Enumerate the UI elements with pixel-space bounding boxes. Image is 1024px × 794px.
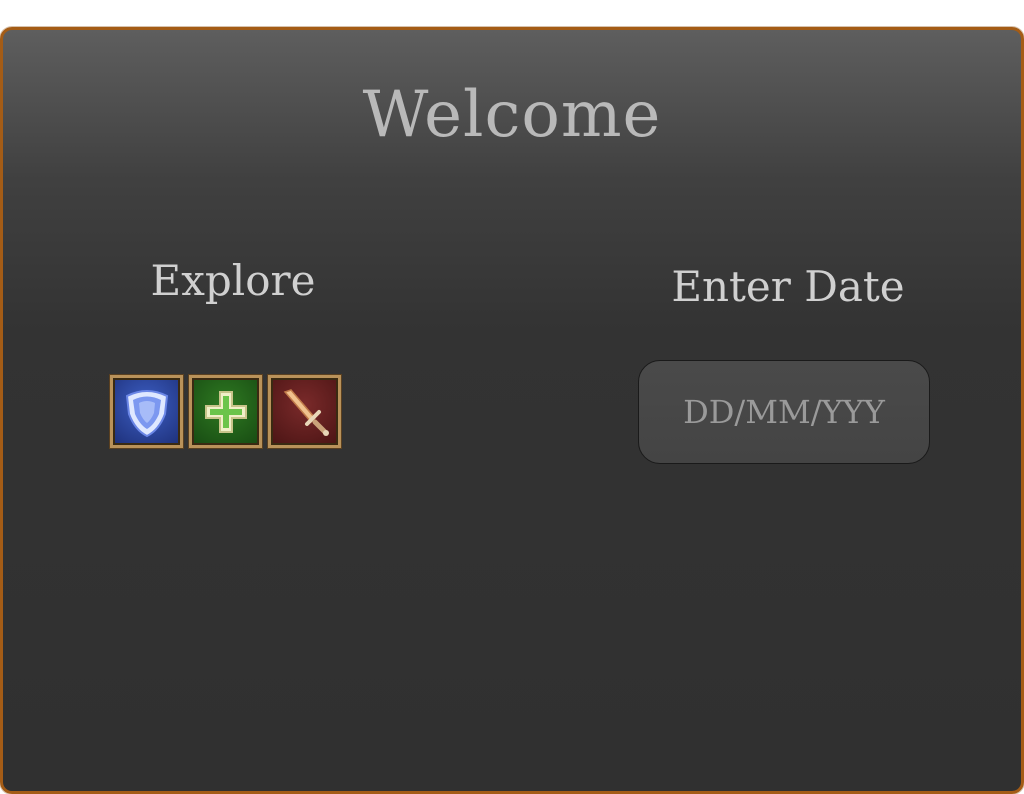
date-input[interactable] <box>638 360 930 464</box>
attack-button[interactable] <box>268 375 341 448</box>
shield-icon <box>125 389 168 437</box>
page-title: Welcome <box>362 78 662 152</box>
explore-label: Explore <box>150 256 316 305</box>
main-panel: Welcome Explore Enter Date <box>0 27 1024 794</box>
explore-icon-row <box>110 375 341 449</box>
enter-date-label: Enter Date <box>671 262 905 311</box>
shield-button[interactable] <box>110 375 183 448</box>
heal-button[interactable] <box>189 375 262 448</box>
healing-cross-icon <box>204 390 247 433</box>
sword-icon <box>283 388 329 436</box>
